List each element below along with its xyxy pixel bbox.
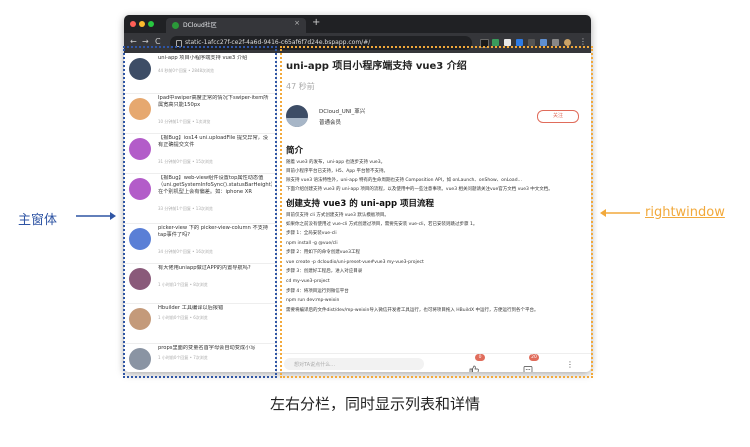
rightwindow-outline <box>280 46 593 378</box>
arrow-left-icon <box>600 209 640 217</box>
figure-caption: 左右分栏，同时显示列表和详情 <box>269 395 480 413</box>
extension-icon[interactable] <box>540 39 547 46</box>
tab-bar: DCloud社区 × + <box>124 15 591 33</box>
extension-icon[interactable] <box>528 39 535 46</box>
arrow-right-icon <box>76 212 116 220</box>
tab-close-icon[interactable]: × <box>294 19 300 27</box>
extension-icon[interactable] <box>516 39 523 46</box>
main-window-label: 主窗体 <box>18 213 58 228</box>
favicon-icon <box>172 22 179 29</box>
tab-title: DCloud社区 <box>183 22 217 29</box>
close-window-button[interactable] <box>130 21 136 27</box>
extension-icon[interactable] <box>492 39 499 46</box>
rightwindow-label: rightwindow <box>645 205 725 220</box>
new-tab-button[interactable]: + <box>312 17 320 28</box>
main-window-outline <box>123 46 277 378</box>
forward-icon[interactable]: → <box>142 37 149 46</box>
url-text: static-1afcc27f-ce2f-4a6d-9416-c65af6f7d… <box>185 39 371 46</box>
reload-icon[interactable]: C <box>155 37 161 46</box>
minimize-window-button[interactable] <box>139 21 145 27</box>
browser-menu-icon[interactable]: ⋮ <box>579 37 587 46</box>
back-icon[interactable]: ← <box>130 37 137 46</box>
extension-icon[interactable] <box>552 39 559 46</box>
browser-tab[interactable]: DCloud社区 × <box>166 18 306 33</box>
maximize-window-button[interactable] <box>148 21 154 27</box>
profile-avatar[interactable] <box>564 39 571 46</box>
extension-icon[interactable] <box>504 39 511 46</box>
